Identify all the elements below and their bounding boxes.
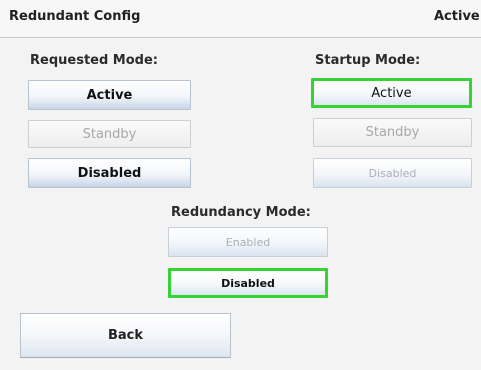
startup-active-button[interactable]: Active bbox=[311, 78, 472, 108]
header-bar: Redundant Config Active bbox=[0, 0, 481, 38]
redundant-config-screen: Redundant Config Active Requested Mode: … bbox=[0, 0, 481, 370]
status-label: Active bbox=[434, 9, 480, 24]
redundancy-enabled-button[interactable]: Enabled bbox=[168, 227, 328, 257]
requested-disabled-button[interactable]: Disabled bbox=[28, 158, 191, 188]
redundancy-mode-label: Redundancy Mode: bbox=[171, 205, 311, 220]
startup-mode-label: Startup Mode: bbox=[315, 53, 421, 68]
requested-standby-button[interactable]: Standby bbox=[28, 120, 191, 148]
requested-mode-label: Requested Mode: bbox=[30, 53, 158, 68]
startup-standby-button[interactable]: Standby bbox=[313, 118, 472, 147]
page-title: Redundant Config bbox=[9, 9, 141, 24]
requested-active-button[interactable]: Active bbox=[28, 80, 191, 110]
redundancy-disabled-button[interactable]: Disabled bbox=[168, 268, 328, 298]
startup-disabled-button[interactable]: Disabled bbox=[313, 158, 472, 188]
back-button[interactable]: Back bbox=[20, 313, 231, 358]
